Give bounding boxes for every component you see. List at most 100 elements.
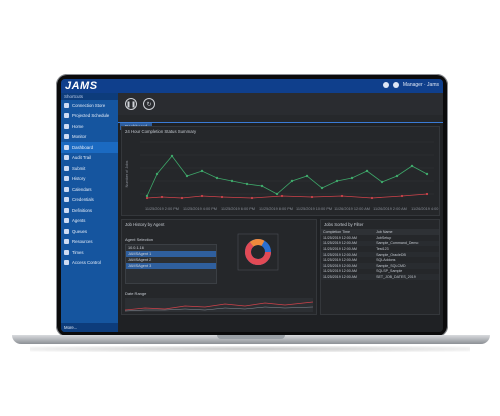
success-point[interactable] xyxy=(200,169,204,173)
success-point[interactable] xyxy=(185,174,189,178)
agent-selection-label: Agent Selection xyxy=(125,237,154,242)
sidebar-more[interactable]: More... xyxy=(61,323,118,332)
pause-button[interactable]: ❚❚ xyxy=(125,98,137,110)
sidebar-item-credentials[interactable]: Credentials xyxy=(61,195,118,206)
failed-point[interactable] xyxy=(310,195,314,199)
success-point[interactable] xyxy=(245,182,249,186)
x-tick-label: 11/26/2019 4:00 AM xyxy=(411,207,439,211)
failed-point[interactable] xyxy=(280,194,284,198)
theme-icon[interactable] xyxy=(382,82,389,88)
sidebar-item-dashboard[interactable]: Dashboard xyxy=(61,142,118,153)
failed-point[interactable] xyxy=(200,194,204,198)
failed-point[interactable] xyxy=(400,194,404,198)
sidebar-item-home[interactable]: Home xyxy=(61,121,118,132)
sidebar-item-resources[interactable]: Resources xyxy=(61,237,118,248)
sidebar-item-label: Credentials xyxy=(72,197,94,203)
failed-point[interactable] xyxy=(145,196,149,200)
sidebar-item-calendars[interactable]: Calendars xyxy=(61,184,118,195)
refresh-button[interactable]: ↻ xyxy=(143,98,155,110)
resources-icon xyxy=(64,239,69,245)
sidebar-item-label: Access Control xyxy=(72,260,101,266)
success-point[interactable] xyxy=(410,164,414,168)
laptop-base xyxy=(12,335,490,344)
failed-point[interactable] xyxy=(220,195,224,199)
sidebar-item-history[interactable]: History xyxy=(61,174,118,185)
sidebar-item-label: Agents xyxy=(72,218,86,224)
sidebar-item-label: Resources xyxy=(72,239,93,245)
agent-item[interactable]: JAMSAgent 3 xyxy=(126,263,216,269)
sidebar-item-label: History xyxy=(72,176,86,182)
sidebar-item-access-control[interactable]: Access Control xyxy=(61,258,118,269)
title-bar: JAMS Manager · Jams xyxy=(61,79,443,93)
failed-point[interactable] xyxy=(425,192,429,196)
success-point[interactable] xyxy=(155,172,159,176)
success-point[interactable] xyxy=(305,174,309,178)
sidebar-item-label: Connection Store xyxy=(72,102,106,108)
dashboard-icon xyxy=(64,144,69,150)
failed-point[interactable] xyxy=(340,194,344,198)
success-point[interactable] xyxy=(215,176,219,180)
completion-time-cell: 11/25/2019 12:00 AM xyxy=(321,274,375,280)
sidebar-item-label: Calendars xyxy=(72,186,92,192)
date-range-slider[interactable] xyxy=(125,298,313,312)
success-point[interactable] xyxy=(230,179,234,183)
refresh-icon[interactable] xyxy=(392,82,399,88)
sidebar-header: Shortcuts xyxy=(61,93,118,100)
audit-icon xyxy=(64,155,69,161)
summary-title: 24 Hour Completion Status Summary xyxy=(125,129,197,134)
success-point[interactable] xyxy=(260,184,264,188)
sidebar-item-submit[interactable]: Submit xyxy=(61,163,118,174)
sidebar-item-label: Times xyxy=(72,249,84,255)
success-point[interactable] xyxy=(320,186,324,190)
sidebar-item-times[interactable]: Times xyxy=(61,247,118,258)
sidebar-item-label: Projected Schedule xyxy=(72,113,110,119)
sidebar-item-monitor[interactable]: Monitor xyxy=(61,132,118,143)
completion-summary-panel: 24 Hour Completion Status Summary Number… xyxy=(121,126,440,216)
failed-series-line xyxy=(146,193,428,199)
sidebar-item-audit-trail[interactable]: Audit Trail xyxy=(61,153,118,164)
sidebar-item-connection-store[interactable]: Connection Store xyxy=(61,100,118,111)
success-point[interactable] xyxy=(170,154,174,158)
success-point[interactable] xyxy=(145,194,149,198)
sidebar-item-label: Monitor xyxy=(72,134,87,140)
agent-list[interactable]: 10.0.1.16 JAMSAgent 1 JAMSAgent 2 JAMSAg… xyxy=(125,244,217,284)
job-history-panel: Job History by Agent Agent Selection 10.… xyxy=(121,219,317,315)
agent-donut-chart xyxy=(237,233,279,271)
sidebar-item-label: Definitions xyxy=(72,207,93,213)
x-tick-label: 11/26/2019 12:00 AM xyxy=(334,207,370,211)
agents-icon xyxy=(64,218,69,224)
screen: JAMS Manager · Jams Shortcuts Connection… xyxy=(61,79,443,332)
sidebar-item-projected-schedule[interactable]: Projected Schedule xyxy=(61,111,118,122)
definitions-icon xyxy=(64,207,69,213)
success-point[interactable] xyxy=(290,179,294,183)
failed-point[interactable] xyxy=(180,196,184,200)
success-point[interactable] xyxy=(335,179,339,183)
jobs-title: Jobs Sorted by Filter xyxy=(324,222,364,227)
sidebar-item-label: Submit xyxy=(72,165,86,171)
table-row[interactable]: 11/25/2019 12:00 AM SET_JOB_DATES_2019 xyxy=(321,274,439,280)
jobs-table-panel: Jobs Sorted by Filter Completion Time Jo… xyxy=(320,219,440,315)
success-point[interactable] xyxy=(425,172,429,176)
failed-point[interactable] xyxy=(370,196,374,200)
sidebar-item-definitions[interactable]: Definitions xyxy=(61,205,118,216)
sidebar-item-queues[interactable]: Queues xyxy=(61,226,118,237)
header-user[interactable]: Manager · Jams xyxy=(403,82,439,88)
success-point[interactable] xyxy=(380,180,384,184)
x-tick-label: 11/25/2019 6:00 PM xyxy=(221,207,255,211)
x-tick-label: 11/25/2019 2:00 PM xyxy=(145,207,179,211)
failed-point[interactable] xyxy=(160,195,164,199)
connection-icon xyxy=(64,102,69,108)
sidebar-item-label: Queues xyxy=(72,228,88,234)
laptop-shadow xyxy=(30,346,470,352)
success-point[interactable] xyxy=(395,174,399,178)
x-tick-label: 11/25/2019 10:00 PM xyxy=(296,207,332,211)
tab-strip: Dashboard xyxy=(118,115,443,130)
success-point[interactable] xyxy=(365,169,369,173)
success-point[interactable] xyxy=(350,176,354,180)
success-point[interactable] xyxy=(275,192,279,196)
monitor-icon xyxy=(64,134,69,140)
sidebar-item-agents[interactable]: Agents xyxy=(61,216,118,227)
failed-point[interactable] xyxy=(250,196,254,200)
credentials-icon xyxy=(64,197,69,203)
calendar-icon xyxy=(64,186,69,192)
